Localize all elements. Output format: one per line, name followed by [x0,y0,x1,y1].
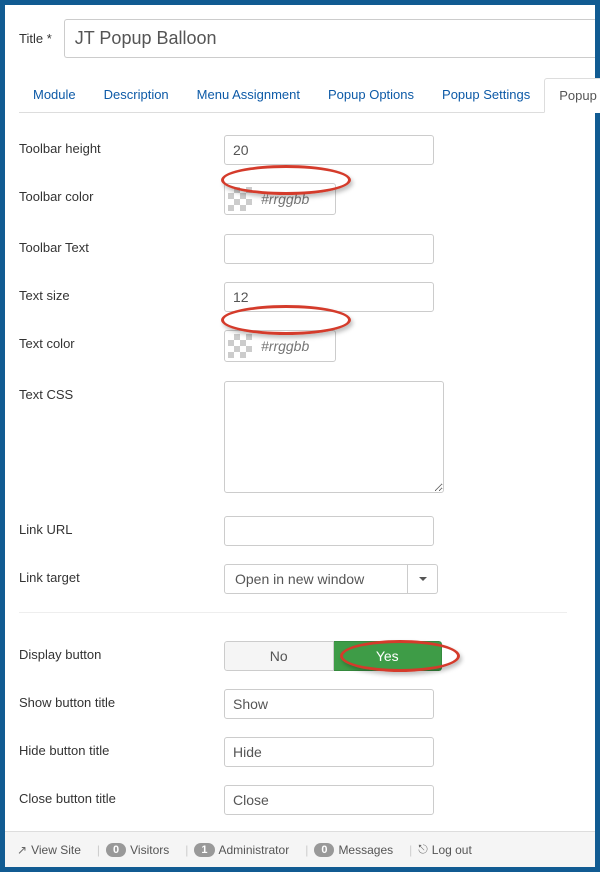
display-button-yes[interactable]: Yes [334,641,443,671]
tab-popup-settings[interactable]: Popup Settings [428,78,544,112]
close-button-title-input[interactable] [224,785,434,815]
hide-button-title-input[interactable] [224,737,434,767]
tab-popup[interactable]: Popup [544,78,600,113]
tabs: Module Description Menu Assignment Popup… [19,78,595,113]
show-button-title-input[interactable] [224,689,434,719]
toolbar-color-picker[interactable] [224,183,336,215]
text-color-label: Text color [19,330,224,351]
toolbar-text-input[interactable] [224,234,434,264]
text-css-textarea[interactable] [224,381,444,493]
messages-stat[interactable]: 0Messages [314,843,393,857]
power-icon: ⎋ [418,842,428,857]
title-input[interactable] [64,19,595,58]
toolbar-height-label: Toolbar height [19,135,224,156]
display-button-no[interactable]: No [224,641,334,671]
hide-button-title-label: Hide button title [19,737,224,758]
title-label: Title * [19,31,52,46]
link-url-label: Link URL [19,516,224,537]
color-swatch-icon [228,187,252,211]
text-css-label: Text CSS [19,381,224,402]
link-target-select[interactable]: Open in new window [224,564,438,594]
show-button-title-label: Show button title [19,689,224,710]
logout-link[interactable]: ⎋Log out [418,842,472,857]
admin-stat[interactable]: 1Administrator [194,843,289,857]
visitors-badge: 0 [106,843,126,857]
tab-menu-assignment[interactable]: Menu Assignment [183,78,314,112]
toolbar-height-input[interactable] [224,135,434,165]
color-swatch-icon [228,334,252,358]
messages-badge: 0 [314,843,334,857]
link-target-value: Open in new window [224,564,408,594]
view-site-link[interactable]: ↗View Site [17,843,81,857]
tab-description[interactable]: Description [90,78,183,112]
text-color-picker[interactable] [224,330,336,362]
text-size-label: Text size [19,282,224,303]
text-color-input[interactable] [255,334,335,358]
toolbar-color-input[interactable] [255,187,335,211]
text-size-input[interactable] [224,282,434,312]
toolbar-text-label: Toolbar Text [19,234,224,255]
divider [19,612,567,613]
tab-popup-options[interactable]: Popup Options [314,78,428,112]
display-button-toggle: No Yes [224,641,442,671]
close-button-title-label: Close button title [19,785,224,806]
tab-module[interactable]: Module [19,78,90,112]
status-bar: ↗View Site | 0Visitors | 1Administrator … [5,831,595,867]
visitors-stat[interactable]: 0Visitors [106,843,169,857]
admin-badge: 1 [194,843,214,857]
link-url-input[interactable] [224,516,434,546]
link-target-label: Link target [19,564,224,585]
toolbar-color-label: Toolbar color [19,183,224,204]
display-button-label: Display button [19,641,224,662]
external-link-icon: ↗ [17,843,27,857]
chevron-down-icon [408,564,438,594]
